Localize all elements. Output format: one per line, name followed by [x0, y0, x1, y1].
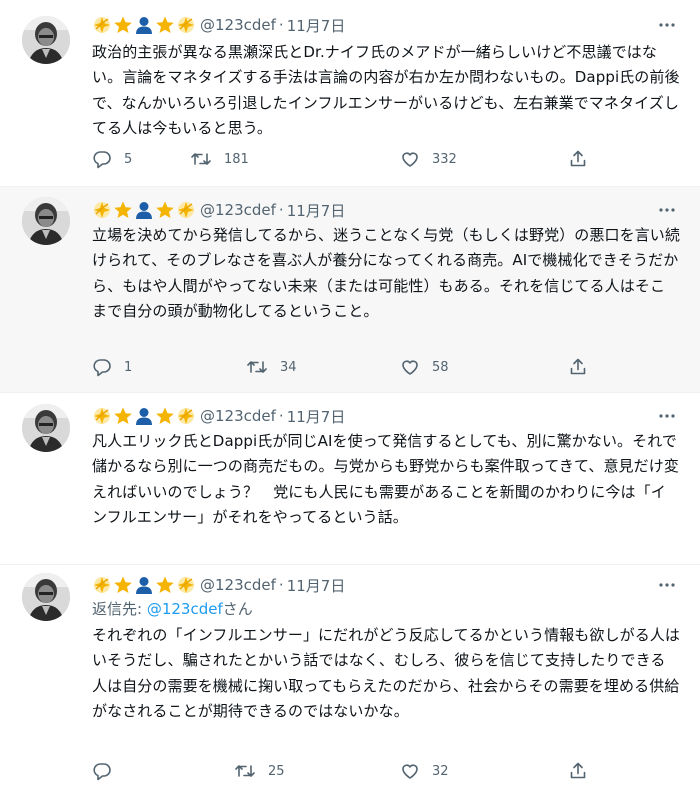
retweet-count: 25 [268, 763, 285, 779]
avatar[interactable] [22, 16, 70, 64]
like-icon [400, 357, 420, 377]
more-icon[interactable] [656, 405, 678, 427]
person-icon [134, 200, 154, 220]
tweet-date[interactable]: 11月7日 [287, 575, 346, 596]
tweet-1[interactable]: @123cdef · 11月7日 政治的主張が異なる黒瀬深氏とDr.ナイフ氏のメ… [0, 0, 700, 187]
tweet-3[interactable]: @123cdef · 11月7日 凡人エリック氏とDappi氏が同じAIを使って… [0, 393, 700, 565]
reply-button[interactable]: 1 [92, 356, 132, 378]
retweet-count: 181 [224, 151, 249, 167]
tweet-4[interactable]: @123cdef · 11月7日 返信先: @123cdefさん それぞれの「イ… [0, 565, 700, 795]
star-icon [155, 15, 175, 35]
tweet-text: 立場を決めてから発信してるから、迷うことなく与党（もしくは野党）の悪口を言い続け… [92, 226, 681, 321]
user-handle[interactable]: @123cdef [200, 16, 276, 34]
display-name[interactable] [92, 15, 196, 35]
like-count: 58 [432, 359, 449, 375]
reply-count: 1 [124, 359, 133, 375]
tweet-text: それぞれの「インフルエンサー」にだれがどう反応してるかという情報も欲しがる人はい… [92, 626, 681, 721]
user-handle[interactable]: @123cdef [200, 576, 276, 594]
star-icon [155, 575, 175, 595]
tweet-2[interactable]: @123cdef · 11月7日 立場を決めてから発信してるから、迷うことなく与… [0, 187, 700, 393]
tweet-date[interactable]: 11月7日 [287, 15, 346, 36]
like-button[interactable]: 332 [400, 148, 457, 170]
sparkle-icon [92, 200, 112, 220]
avatar[interactable] [22, 573, 70, 621]
star-icon [113, 15, 133, 35]
separator-dot: · [278, 201, 284, 219]
reply-icon [92, 149, 112, 169]
like-button[interactable]: 32 [400, 760, 449, 782]
retweet-icon [246, 357, 268, 377]
display-name[interactable] [92, 200, 196, 220]
share-button[interactable] [568, 356, 588, 378]
share-button[interactable] [568, 148, 588, 170]
user-handle[interactable]: @123cdef [200, 407, 276, 425]
reply-to-prefix: 返信先: [92, 600, 147, 618]
more-icon[interactable] [656, 199, 678, 221]
share-button[interactable] [568, 760, 588, 782]
reply-to-suffix: さん [222, 600, 253, 618]
separator-dot: · [278, 576, 284, 594]
reply-button[interactable] [92, 760, 112, 782]
tweet-actions: 1 34 58 [92, 356, 592, 378]
retweet-icon [234, 761, 256, 781]
person-icon [134, 15, 154, 35]
user-handle[interactable]: @123cdef [200, 201, 276, 219]
display-name[interactable] [92, 406, 196, 426]
person-icon [134, 406, 154, 426]
sparkle-icon [92, 406, 112, 426]
display-name[interactable] [92, 575, 196, 595]
like-button[interactable]: 58 [400, 356, 449, 378]
like-icon [400, 149, 420, 169]
share-icon [568, 761, 588, 781]
retweet-button[interactable]: 34 [246, 356, 297, 378]
star-icon [155, 406, 175, 426]
reply-to-handle[interactable]: @123cdef [147, 600, 223, 618]
tweet-actions: 25 32 [92, 760, 592, 782]
separator-dot: · [278, 407, 284, 425]
tweet-text: 凡人エリック氏とDappi氏が同じAIを使って発信するとしても、別に驚かない。そ… [92, 432, 679, 527]
like-count: 32 [432, 763, 449, 779]
retweet-icon [190, 149, 212, 169]
sparkle-icon [92, 575, 112, 595]
avatar[interactable] [22, 404, 70, 452]
reply-icon [92, 357, 112, 377]
sparkle-icon [176, 406, 196, 426]
more-icon[interactable] [656, 14, 678, 36]
share-icon [568, 149, 588, 169]
sparkle-icon [176, 15, 196, 35]
sparkle-icon [176, 200, 196, 220]
tweet-text: 政治的主張が異なる黒瀬深氏とDr.ナイフ氏のメアドが一緒らしいけど不思議ではない… [92, 43, 680, 138]
retweet-button[interactable]: 181 [190, 148, 249, 170]
tweet-date[interactable]: 11月7日 [287, 200, 346, 221]
tweet-date[interactable]: 11月7日 [287, 406, 346, 427]
tweet-actions: 5 181 332 [92, 148, 592, 170]
person-icon [134, 575, 154, 595]
reply-to-line: 返信先: @123cdefさん [92, 598, 253, 619]
reply-icon [92, 761, 112, 781]
sparkle-icon [92, 15, 112, 35]
retweet-count: 34 [280, 359, 297, 375]
more-icon[interactable] [656, 574, 678, 596]
sparkle-icon [176, 575, 196, 595]
avatar[interactable] [22, 197, 70, 245]
like-icon [400, 761, 420, 781]
share-icon [568, 357, 588, 377]
star-icon [113, 575, 133, 595]
star-icon [113, 200, 133, 220]
reply-button[interactable]: 5 [92, 148, 132, 170]
separator-dot: · [278, 16, 284, 34]
star-icon [113, 406, 133, 426]
reply-count: 5 [124, 151, 133, 167]
retweet-button[interactable]: 25 [234, 760, 285, 782]
like-count: 332 [432, 151, 457, 167]
star-icon [155, 200, 175, 220]
